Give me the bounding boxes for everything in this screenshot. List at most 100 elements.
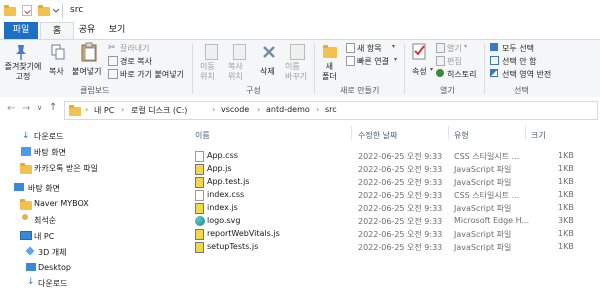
js-file-icon xyxy=(195,229,204,240)
address-bar[interactable]: › 내 PC › 로컬 디스크 (C:) › vscode › antd-dem… xyxy=(64,101,598,120)
tab-view[interactable]: 보기 xyxy=(102,22,132,39)
clipboard-group-label: 클립보드 xyxy=(80,86,110,95)
file-name: index.js xyxy=(207,203,238,212)
move-label: 이동 위치 xyxy=(200,62,215,81)
copy-to-button[interactable]: 복사 위치 xyxy=(226,42,252,82)
file-row[interactable]: logo.svg 2022-06-25 오전 9:33 Microsoft Ed… xyxy=(175,215,600,228)
tab-share[interactable]: 공유 xyxy=(72,22,102,39)
file-date: 2022-06-25 오전 9:33 xyxy=(358,217,443,226)
file-row[interactable]: index.css 2022-06-25 오전 9:33 CSS 스타일시트 .… xyxy=(175,189,600,202)
css-file-icon xyxy=(195,151,204,162)
new-folder-icon[interactable] xyxy=(38,5,50,16)
new-folder-button[interactable]: 새 폴더 xyxy=(318,42,342,82)
recent-locations-chevron-icon[interactable]: ∨ xyxy=(37,104,42,112)
divider xyxy=(192,44,193,94)
move-to-button[interactable]: 이동 위치 xyxy=(198,42,224,82)
file-type: JavaScript 파일 xyxy=(454,178,512,187)
column-header-date[interactable]: 수정한 날짜 xyxy=(358,130,397,141)
file-row[interactable]: App.js 2022-06-25 오전 9:33 JavaScript 파일 … xyxy=(175,163,600,176)
easy-access-icon xyxy=(346,56,355,66)
file-type: JavaScript 파일 xyxy=(454,243,512,252)
sidebar-item-this-pc[interactable]: 내 PC xyxy=(0,228,175,244)
back-arrow-icon[interactable]: ← xyxy=(7,103,15,114)
file-row[interactable]: App.test.js 2022-06-25 오전 9:33 JavaScrip… xyxy=(175,176,600,189)
js-file-icon xyxy=(195,177,204,188)
breadcrumb-antd-demo[interactable]: antd-demo xyxy=(266,105,310,114)
breadcrumb-vscode[interactable]: vscode xyxy=(221,105,249,114)
sidebar-item-naver-mybox[interactable]: Naver MYBOX xyxy=(0,196,175,212)
rename-button[interactable]: 이름 바꾸기 xyxy=(284,42,310,82)
copy-label: 복사 xyxy=(49,67,64,76)
breadcrumb-this-pc[interactable]: 내 PC xyxy=(94,105,114,116)
js-file-icon xyxy=(195,203,204,214)
tab-home[interactable]: 홈 xyxy=(40,22,74,40)
file-row[interactable]: reportWebVitals.js 2022-06-25 오전 9:33 Ja… xyxy=(175,228,600,241)
pin-label: 즐겨찾기에 고정 xyxy=(4,62,42,81)
properties-icon[interactable] xyxy=(22,5,32,16)
folder-icon xyxy=(69,105,81,116)
breadcrumb-src[interactable]: src xyxy=(325,105,337,114)
file-date: 2022-06-25 오전 9:33 xyxy=(358,152,443,161)
file-date: 2022-06-25 오전 9:33 xyxy=(358,243,443,252)
breadcrumb-separator-icon: › xyxy=(316,105,320,114)
file-type: Microsoft Edge H... xyxy=(454,216,530,225)
sidebar-item-desktop[interactable]: 바탕 화면 xyxy=(0,180,175,196)
sidebar-item-downloads[interactable]: ↓ 다운로드 xyxy=(0,128,175,144)
file-list: 이름 수정한 날짜 유형 크기 App.css 2022-06-25 오전 9:… xyxy=(175,122,600,288)
file-name: App.test.js xyxy=(207,177,250,186)
breadcrumb-separator-icon: › xyxy=(121,105,125,114)
up-arrow-icon[interactable]: ↑ xyxy=(49,102,57,113)
new-folder-label: 새 폴더 xyxy=(322,62,337,81)
column-header-name[interactable]: 이름 xyxy=(195,130,210,141)
easy-access-label: 빠른 연결 xyxy=(357,57,389,66)
paste-button[interactable]: 붙여넣기 xyxy=(72,42,106,82)
sidebar-item-label: 최석순 xyxy=(34,216,57,225)
navigation-pane: ↓ 다운로드 바탕 화면 카카오톡 받은 파일 바탕 화면 Naver MYBO… xyxy=(0,122,175,288)
js-file-icon xyxy=(195,242,204,253)
column-header-size[interactable]: 크기 xyxy=(531,130,546,141)
copy-button[interactable]: 복사 xyxy=(46,42,70,82)
divider xyxy=(314,44,315,94)
sidebar-item-desktop-pc[interactable]: Desktop xyxy=(0,260,175,276)
cube-icon xyxy=(25,246,35,256)
sidebar-item-user[interactable]: 최석순 xyxy=(0,212,175,228)
pin-to-quick-access-button[interactable]: 즐겨찾기에 고정 xyxy=(2,42,42,82)
window-title: src xyxy=(70,5,84,15)
file-row[interactable]: App.css 2022-06-25 오전 9:33 CSS 스타일시트 ...… xyxy=(175,150,600,163)
invert-selection-label: 선택 영역 반전 xyxy=(502,70,552,79)
copy-icon xyxy=(51,44,65,60)
file-row[interactable]: index.js 2022-06-25 오전 9:33 JavaScript 파… xyxy=(175,202,600,215)
file-name: logo.svg xyxy=(207,216,241,225)
file-date: 2022-06-25 오전 9:33 xyxy=(358,165,443,174)
download-icon: ↓ xyxy=(22,131,30,141)
breadcrumb-separator-icon: › xyxy=(257,105,261,114)
forward-arrow-icon[interactable]: → xyxy=(22,103,30,114)
sidebar-item-kakaotalk[interactable]: 카카오톡 받은 파일 xyxy=(0,160,175,176)
breadcrumb-separator-icon: › xyxy=(85,105,89,114)
sidebar-item-desktop-folder[interactable]: 바탕 화면 xyxy=(0,144,175,160)
open-group-label: 열기 xyxy=(440,86,455,95)
file-size: 1KB xyxy=(558,229,574,238)
breadcrumb-local-disk[interactable]: 로컬 디스크 (C:) xyxy=(131,105,187,116)
desktop-icon xyxy=(26,263,36,271)
js-file-icon xyxy=(195,164,204,175)
file-row[interactable]: setupTests.js 2022-06-25 오전 9:33 JavaScr… xyxy=(175,241,600,254)
properties-button[interactable]: 속성 ▾ xyxy=(408,42,433,82)
sidebar-item-label: 3D 개체 xyxy=(38,248,67,257)
tab-file[interactable]: 파일 xyxy=(4,22,38,39)
column-header-type[interactable]: 유형 xyxy=(454,130,469,141)
edge-file-icon xyxy=(195,216,205,226)
chevron-down-icon[interactable] xyxy=(52,7,60,13)
sidebar-item-3d-objects[interactable]: 3D 개체 xyxy=(0,244,175,260)
copy-to-icon xyxy=(233,44,246,60)
rename-icon xyxy=(290,44,305,60)
file-date: 2022-06-25 오전 9:33 xyxy=(358,204,443,213)
file-size: 1KB xyxy=(558,151,574,160)
breadcrumb-separator-icon: › xyxy=(212,105,216,114)
cut-label: 잘라내기 xyxy=(120,44,150,53)
file-name: App.js xyxy=(207,164,232,173)
new-folder-icon xyxy=(323,45,337,58)
sidebar-item-downloads-pc[interactable]: ↓ 다운로드 xyxy=(0,275,175,291)
file-type: JavaScript 파일 xyxy=(454,204,512,213)
delete-button[interactable]: 삭제 xyxy=(257,42,281,82)
